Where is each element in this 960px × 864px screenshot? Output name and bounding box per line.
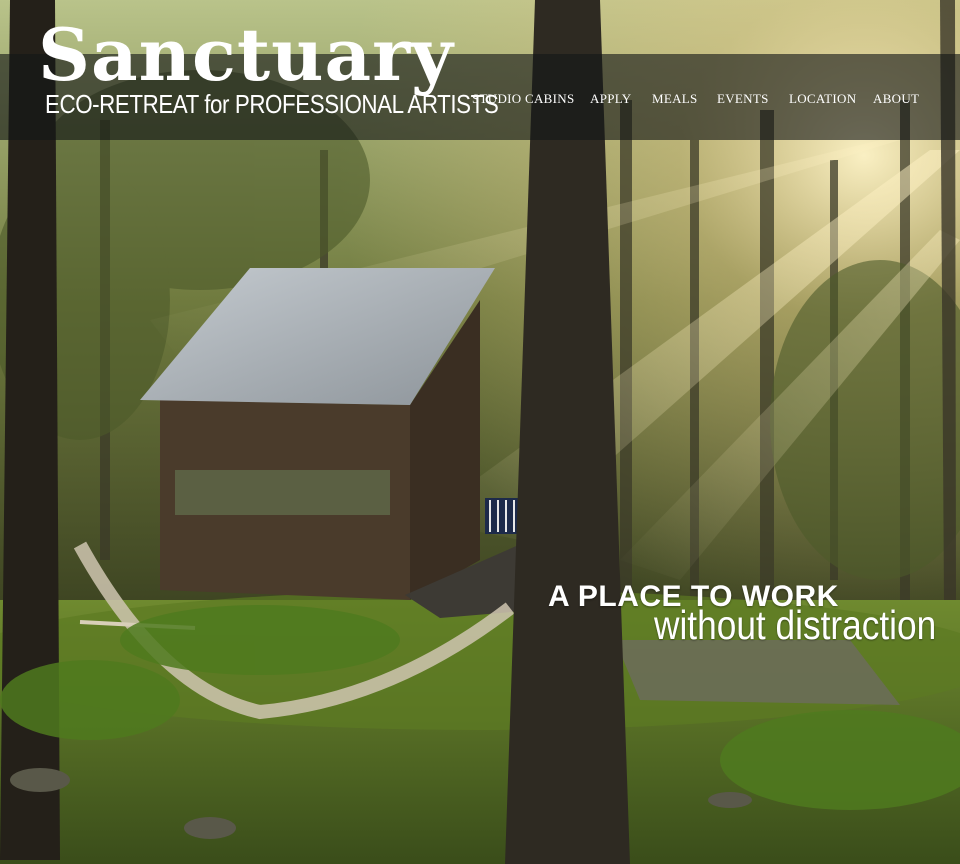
- nav-item-about[interactable]: ABOUT: [873, 88, 919, 110]
- site-tagline: ECO-RETREAT for PROFESSIONAL ARTISTS: [45, 89, 499, 119]
- site-logo-title[interactable]: Sanctuary: [38, 10, 454, 100]
- nav-item-apply[interactable]: APPLY: [590, 88, 631, 110]
- nav-item-studio-cabins[interactable]: STUDIO CABINS: [472, 88, 575, 110]
- nav-item-meals[interactable]: MEALS: [652, 88, 698, 110]
- nav-item-location[interactable]: LOCATION: [789, 88, 856, 110]
- hero-tagline-line2: without distraction: [654, 602, 937, 648]
- nav-item-events[interactable]: EVENTS: [717, 88, 769, 110]
